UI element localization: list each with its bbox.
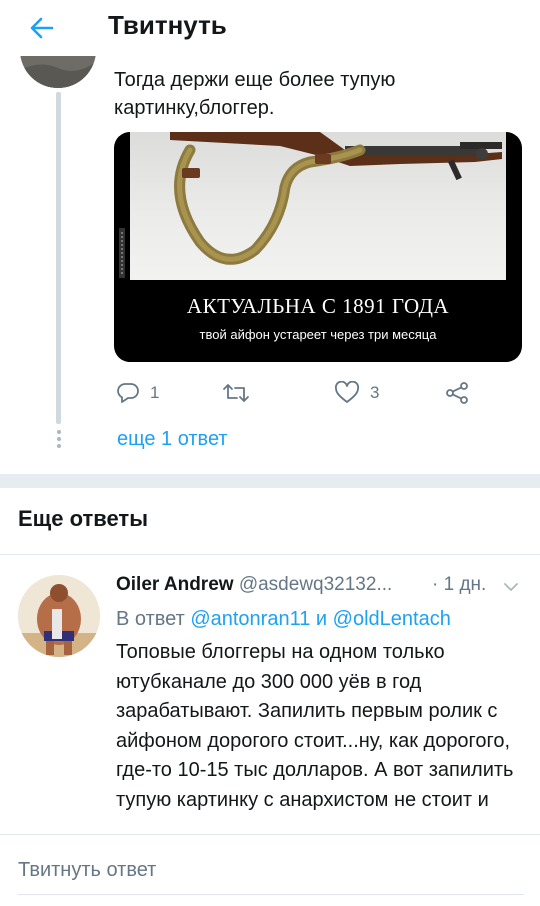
reply-input[interactable] <box>18 847 524 895</box>
rifle-photo <box>130 132 506 280</box>
tweet-media-image[interactable]: АКТУАЛЬНА С 1891 ГОДА твой айфон устарее… <box>114 132 522 362</box>
retweet-icon <box>223 384 249 402</box>
retweet-button[interactable] <box>222 376 250 410</box>
share-icon <box>446 382 468 404</box>
heart-icon <box>335 381 359 403</box>
reply-button[interactable]: 1 <box>116 376 159 410</box>
reply-bubble-icon <box>117 383 139 403</box>
tweet-actions: 1 3 <box>114 376 524 410</box>
in-reply-to: В ответ @antonran11 и @oldLentach <box>116 608 451 631</box>
arrow-left-icon <box>30 17 54 39</box>
share-button[interactable] <box>444 376 470 410</box>
reply-author-handle[interactable]: @asdewq32132... <box>239 574 392 595</box>
mention-antonran11[interactable]: @antonran11 <box>190 608 310 630</box>
watermark <box>116 228 128 278</box>
like-count: 3 <box>370 383 380 402</box>
tweet-text: Тогда держи еще более тупую картинку,бло… <box>114 69 396 119</box>
top-bar: Твитнуть <box>0 0 540 56</box>
thread-dots <box>56 430 61 450</box>
demotivator-title: АКТУАЛЬНА С 1891 ГОДА <box>186 294 450 318</box>
mention-oldlentach[interactable]: @oldLentach <box>333 608 451 630</box>
more-replies-heading: Еще ответы <box>18 506 148 531</box>
section-divider <box>0 474 540 488</box>
reply-header: Oiler Andrew @asdewq32132... · 1 дн. <box>116 574 526 600</box>
reply-author-avatar[interactable] <box>18 575 100 657</box>
show-more-replies-link[interactable]: еще 1 ответ <box>117 428 228 451</box>
chevron-down-icon[interactable] <box>502 578 520 596</box>
thread-line <box>56 92 61 424</box>
heading-divider <box>0 554 540 555</box>
reply-count: 1 <box>150 383 160 402</box>
reply-author-name[interactable]: Oiler Andrew <box>116 574 234 595</box>
in-reply-prefix: В ответ <box>116 608 191 630</box>
reply-text: Топовые блоггеры на одном только ютубкан… <box>116 641 514 811</box>
like-button[interactable]: 3 <box>334 376 379 410</box>
page-title: Твитнуть <box>108 10 227 40</box>
reply-composer <box>0 834 540 906</box>
reply-timestamp: · 1 дн. <box>428 574 487 596</box>
and-word: и <box>310 608 333 630</box>
demotivator-subtitle: твой айфон устареет через три месяца <box>199 327 437 342</box>
back-button[interactable] <box>24 10 60 46</box>
